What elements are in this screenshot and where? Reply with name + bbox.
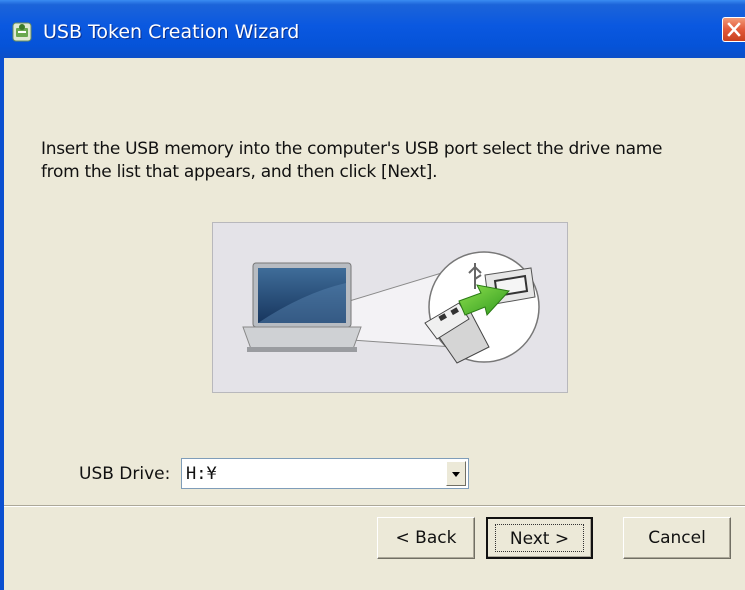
title-bar[interactable]: USB Token Creation Wizard <box>0 0 745 58</box>
cancel-button[interactable]: Cancel <box>623 517 731 559</box>
usb-insert-illustration <box>212 222 568 393</box>
next-button-label: Next > <box>495 524 584 552</box>
dropdown-arrow-icon[interactable] <box>446 461 466 486</box>
instructions-text: Insert the USB memory into the computer'… <box>41 139 663 182</box>
window-border <box>0 58 4 590</box>
close-button[interactable] <box>722 17 745 42</box>
usb-drive-label: USB Drive: <box>79 464 171 484</box>
window-title: USB Token Creation Wizard <box>43 21 300 43</box>
laptop-usb-illustration <box>242 251 540 364</box>
button-separator <box>4 505 745 507</box>
close-icon <box>727 22 741 37</box>
usb-drive-value: H:¥ <box>186 464 217 484</box>
wizard-window: USB Token Creation Wizard Insert the USB… <box>0 0 745 590</box>
laptop-icon <box>242 262 362 352</box>
usb-token-app-icon <box>12 22 32 42</box>
back-button[interactable]: < Back <box>377 517 475 559</box>
usb-drive-select[interactable]: H:¥ <box>181 458 469 489</box>
next-button[interactable]: Next > <box>486 517 593 559</box>
